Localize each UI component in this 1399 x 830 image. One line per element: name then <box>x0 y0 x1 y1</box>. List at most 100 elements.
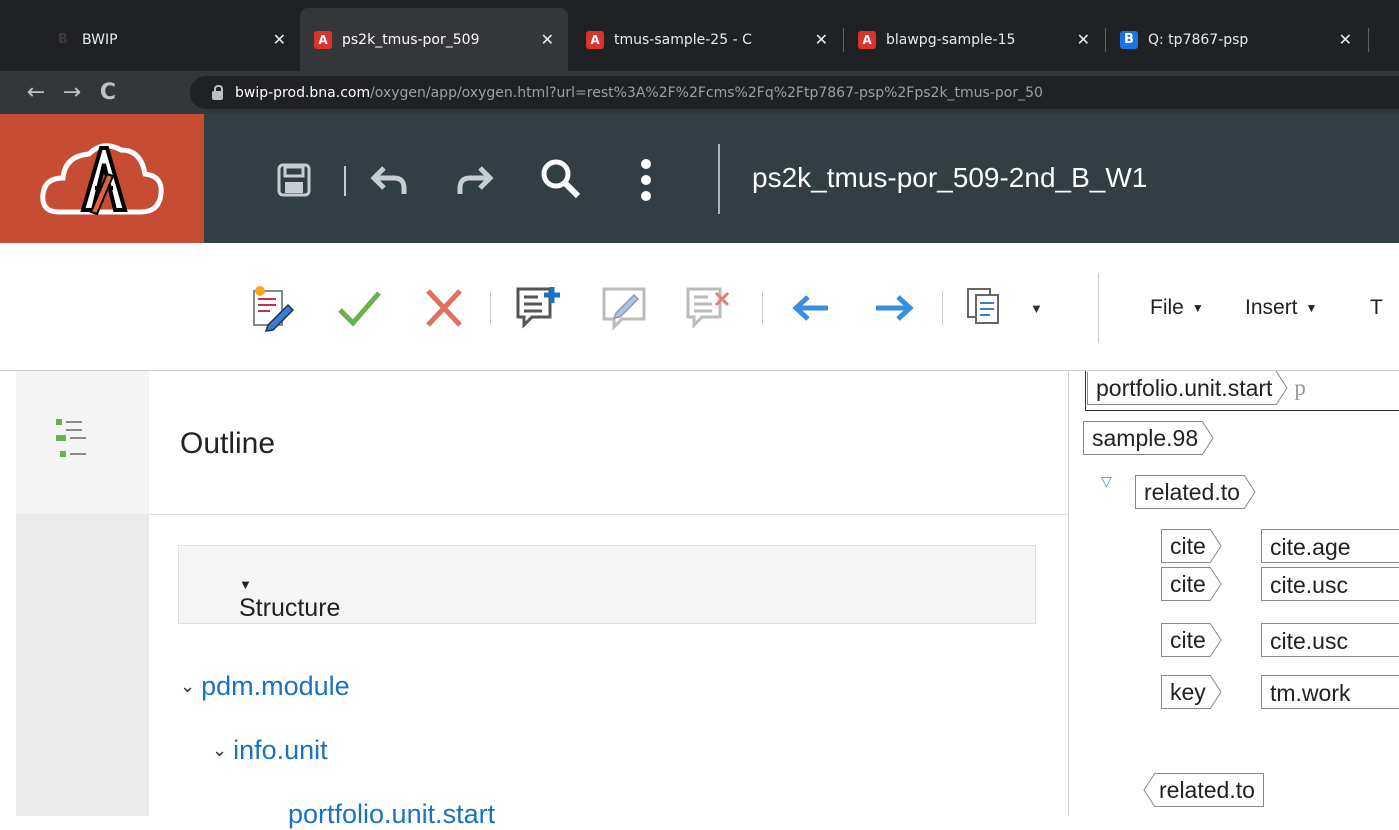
add-comment-icon[interactable] <box>514 283 564 333</box>
close-icon[interactable]: ✕ <box>1077 30 1090 49</box>
menu-label: Insert <box>1245 296 1298 319</box>
tag-cite[interactable]: cite <box>1161 529 1222 563</box>
close-icon[interactable]: ✕ <box>1339 30 1352 49</box>
browser-tab-bwip[interactable]: B BWIP ✕ <box>40 8 300 71</box>
url-host: bwip-prod.bna.com <box>235 84 371 101</box>
tag-label: cite <box>1161 567 1210 601</box>
more-options-icon[interactable] <box>636 158 656 202</box>
menu-file[interactable]: File ▼ <box>1150 296 1212 320</box>
structure-label: Structure <box>239 594 341 622</box>
tag-cite-value[interactable]: cite.age <box>1261 529 1399 563</box>
toolbar-separator <box>490 291 491 325</box>
browser-tab-query[interactable]: B Q: tp7867-psp ✕ <box>1106 8 1366 71</box>
outline-title: Outline <box>180 427 276 460</box>
undo-icon[interactable] <box>370 162 408 198</box>
outline-icon <box>56 419 86 457</box>
collapse-triangle-icon[interactable]: ▽ <box>1101 473 1112 490</box>
tag-cite[interactable]: cite <box>1161 567 1222 601</box>
chevron-down-icon[interactable]: ⌄ <box>212 740 227 760</box>
tag-sample[interactable]: sample.98 <box>1083 421 1214 455</box>
structure-dropdown[interactable]: Structure ▼ <box>178 545 1036 624</box>
menu-insert[interactable]: Insert ▼ <box>1245 296 1325 320</box>
search-icon[interactable] <box>540 158 582 200</box>
tag-label: related.to <box>1155 773 1264 807</box>
editor-toolbar: ▼ File ▼ Insert ▼ T <box>0 243 1399 371</box>
accept-change-icon[interactable] <box>335 283 385 333</box>
acrolinx-icon <box>314 30 332 49</box>
tag-label: key <box>1161 675 1210 709</box>
reject-change-icon[interactable] <box>420 283 470 333</box>
chevron-down-icon[interactable]: ⌄ <box>180 676 195 696</box>
editor-panel: portfolio.unit.start p sample.98 ▽ relat… <box>1069 371 1399 816</box>
chevron-down-icon[interactable]: ▼ <box>1030 301 1043 316</box>
tag-arrow <box>1202 421 1214 455</box>
tag-related-to-end[interactable]: related.to <box>1143 773 1264 807</box>
address-bar: ← → C bwip-prod.bna.com/oxygen/app/oxyge… <box>0 71 1399 114</box>
menu-t[interactable]: T <box>1370 296 1383 320</box>
outline-divider <box>149 514 1068 515</box>
redo-icon[interactable] <box>456 162 494 198</box>
tag-fragment: p <box>1294 375 1306 400</box>
tag-label: portfolio.unit.start <box>1087 371 1277 405</box>
tab-title: ps2k_tmus-por_509 <box>342 31 480 48</box>
toolbar-separator <box>762 291 763 325</box>
tag-cite-value[interactable]: cite.usc <box>1261 623 1399 657</box>
tag-arrow <box>1276 371 1289 405</box>
edit-comment-icon[interactable] <box>600 283 650 333</box>
tag-related-to[interactable]: related.to <box>1135 475 1256 509</box>
toolbar-separator <box>1098 273 1099 343</box>
cloud-a-icon <box>40 142 164 215</box>
toolbar-separator <box>942 291 943 325</box>
tree-item-info-unit[interactable]: ⌄ info.unit <box>212 735 328 766</box>
outline-view-button[interactable] <box>16 371 149 514</box>
tag-cite-value[interactable]: cite.usc <box>1261 567 1399 601</box>
delete-comment-icon[interactable] <box>684 283 734 333</box>
chevron-down-icon: ▼ <box>1305 301 1318 315</box>
tree-item-label: portfolio.unit.start <box>288 799 496 829</box>
chevron-down-icon: ▼ <box>1191 301 1204 315</box>
b-icon: B <box>54 30 72 49</box>
tag-label: cite <box>1161 623 1210 657</box>
tag-portfolio-unit-start[interactable]: portfolio.unit.start p <box>1087 371 1306 405</box>
tag-cite[interactable]: cite <box>1161 623 1222 657</box>
tag-key[interactable]: key <box>1161 675 1222 709</box>
menu-label: T <box>1370 296 1383 319</box>
browser-tab-ps2k[interactable]: ps2k_tmus-por_509 ✕ <box>300 8 568 71</box>
url-path: /oxygen/app/oxygen.html?url=rest%3A%2F%2… <box>370 84 1043 101</box>
tag-key-value[interactable]: tm.work <box>1261 675 1399 709</box>
tag-label: related.to <box>1135 475 1244 509</box>
tag-arrow <box>1209 675 1222 709</box>
close-icon[interactable]: ✕ <box>815 30 828 49</box>
tab-title: blawpg-sample-15 <box>886 31 1016 48</box>
acrolinx-icon <box>586 30 604 49</box>
url-field[interactable]: bwip-prod.bna.com/oxygen/app/oxygen.html… <box>190 76 1399 109</box>
chevron-down-icon: ▼ <box>239 577 252 592</box>
tag-arrow <box>1243 475 1256 509</box>
back-icon[interactable]: ← <box>18 80 54 105</box>
tab-separator <box>1368 28 1369 52</box>
browser-tab-strip: B BWIP ✕ ps2k_tmus-por_509 ✕ tmus-sample… <box>0 0 1399 71</box>
track-changes-icon[interactable] <box>246 283 296 333</box>
reload-icon[interactable]: C <box>90 80 126 105</box>
next-change-icon[interactable] <box>868 283 918 333</box>
save-icon[interactable] <box>276 162 312 198</box>
tree-item-portfolio-unit-start[interactable]: portfolio.unit.start <box>288 799 495 830</box>
tag-arrow <box>1209 529 1222 563</box>
tree-item-pdm-module[interactable]: ⌄ pdm.module <box>180 671 350 702</box>
browser-tab-blawpg[interactable]: blawpg-sample-15 ✕ <box>844 8 1104 71</box>
menu-label: File <box>1150 296 1184 319</box>
tag-label: cite <box>1161 529 1210 563</box>
close-icon[interactable]: ✕ <box>273 30 286 49</box>
oxygen-cloud-logo[interactable] <box>0 114 204 243</box>
tab-title: BWIP <box>82 31 118 48</box>
lock-icon <box>212 85 223 100</box>
forward-icon[interactable]: → <box>54 80 90 105</box>
b-icon: B <box>1120 30 1138 49</box>
browser-tab-tmus-sample[interactable]: tmus-sample-25 - C ✕ <box>572 8 842 71</box>
app-header: ps2k_tmus-por_509-2nd_B_W1 <box>0 114 1399 243</box>
close-icon[interactable]: ✕ <box>541 30 554 49</box>
manage-changes-icon[interactable] <box>962 283 1012 333</box>
side-panel: Outline Structure ▼ ⌄ pdm.module ⌄ info.un… <box>0 371 1068 829</box>
previous-change-icon[interactable] <box>788 283 838 333</box>
tab-title: tmus-sample-25 - C <box>614 31 752 48</box>
